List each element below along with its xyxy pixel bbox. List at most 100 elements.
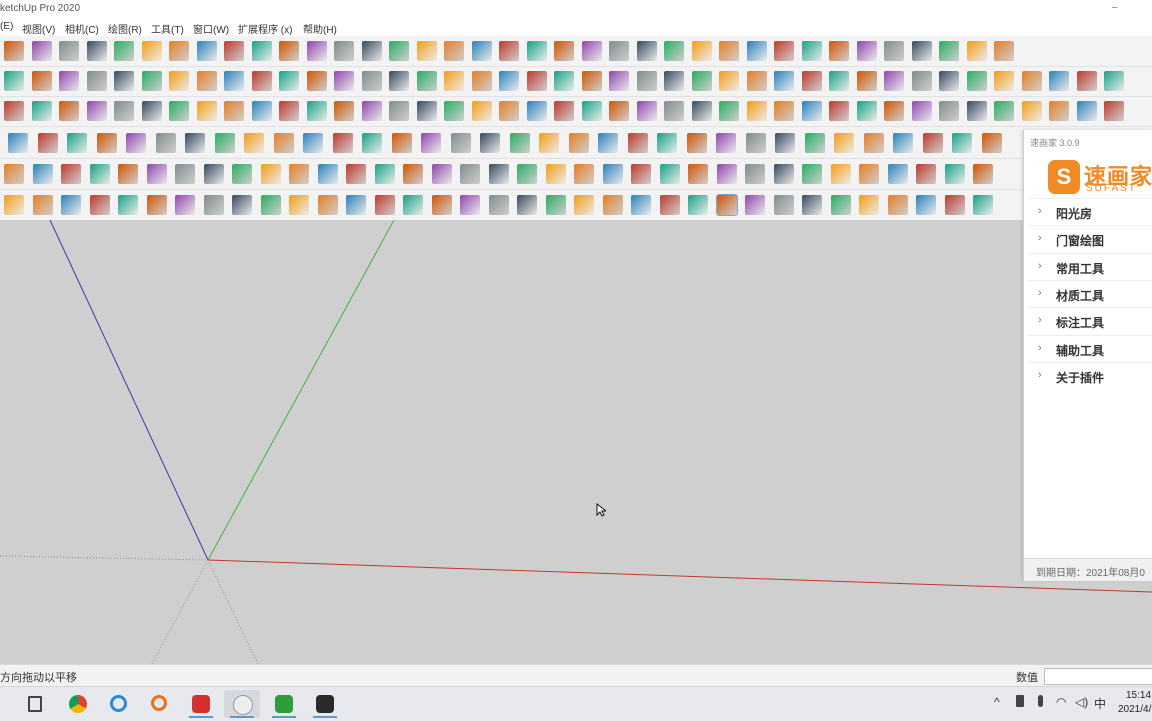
- toolbar-tool-icon[interactable]: [746, 133, 766, 153]
- toolbar-tool-icon[interactable]: [1049, 71, 1069, 91]
- toolbar-tool-icon[interactable]: [333, 133, 353, 153]
- toolbar-tool-icon[interactable]: [884, 41, 904, 61]
- toolbar-tool-icon[interactable]: [967, 101, 987, 121]
- toolbar-tool-icon[interactable]: [334, 71, 354, 91]
- toolbar-tool-icon[interactable]: [802, 164, 822, 184]
- menu-camera[interactable]: 相机(C): [65, 21, 99, 36]
- toolbar-tool-icon[interactable]: [169, 101, 189, 121]
- toolbar-tool-icon[interactable]: [114, 41, 134, 61]
- toolbar-tool-icon[interactable]: [489, 164, 509, 184]
- toolbar-tool-icon[interactable]: [215, 133, 235, 153]
- toolbar-tool-icon[interactable]: [97, 133, 117, 153]
- toolbar-tool-icon[interactable]: [831, 195, 851, 215]
- toolbar-tool-icon[interactable]: [1104, 101, 1124, 121]
- toolbar-tool-icon[interactable]: [857, 41, 877, 61]
- toolbar-tool-icon[interactable]: [745, 195, 765, 215]
- toolbar-tool-icon[interactable]: [61, 164, 81, 184]
- toolbar-tool-icon[interactable]: [303, 133, 323, 153]
- toolbar-tool-icon[interactable]: [318, 164, 338, 184]
- toolbar-tool-icon[interactable]: [1049, 101, 1069, 121]
- toolbar-tool-icon[interactable]: [774, 41, 794, 61]
- toolbar-tool-icon[interactable]: [574, 195, 594, 215]
- toolbar-tool-icon[interactable]: [802, 195, 822, 215]
- plugin-item-sunroom[interactable]: › 阳光房: [1028, 198, 1152, 225]
- toolbar-tool-icon[interactable]: [747, 101, 767, 121]
- toolbar-tool-icon[interactable]: [444, 71, 464, 91]
- toolbar-tool-icon[interactable]: [631, 164, 651, 184]
- toolbar-tool-icon[interactable]: [114, 71, 134, 91]
- toolbar-tool-icon[interactable]: [692, 101, 712, 121]
- toolbar-tool-icon[interactable]: [747, 71, 767, 91]
- toolbar-tool-icon[interactable]: [664, 101, 684, 121]
- toolbar-tool-icon[interactable]: [4, 164, 24, 184]
- toolbar-tool-icon[interactable]: [884, 71, 904, 91]
- toolbar-tool-icon[interactable]: [637, 101, 657, 121]
- toolbar-tool-icon[interactable]: [939, 101, 959, 121]
- toolbar-tool-icon[interactable]: [939, 41, 959, 61]
- toolbar-tool-icon[interactable]: [318, 195, 338, 215]
- toolbar-tool-icon[interactable]: [261, 195, 281, 215]
- toolbar-tool-icon[interactable]: [252, 101, 272, 121]
- menu-view[interactable]: 视图(V): [22, 21, 55, 36]
- toolbar-tool-icon[interactable]: [499, 101, 519, 121]
- toolbar-tool-icon[interactable]: [32, 101, 52, 121]
- toolbar-tool-icon[interactable]: [346, 164, 366, 184]
- toolbar-tool-icon[interactable]: [510, 133, 530, 153]
- network-icon[interactable]: ◠: [1056, 695, 1066, 709]
- toolbar-tool-icon[interactable]: [952, 133, 972, 153]
- toolbar-tool-icon[interactable]: [114, 101, 134, 121]
- toolbar-tool-icon[interactable]: [142, 71, 162, 91]
- capture-button[interactable]: [307, 690, 343, 718]
- toolbar-tool-icon[interactable]: [204, 195, 224, 215]
- toolbar-tool-icon[interactable]: [389, 101, 409, 121]
- toolbar-tool-icon[interactable]: [774, 71, 794, 91]
- toolbar-tool-icon[interactable]: [289, 195, 309, 215]
- toolbar-tool-icon[interactable]: [432, 164, 452, 184]
- toolbar-tool-icon[interactable]: [967, 41, 987, 61]
- toolbar-tool-icon[interactable]: [362, 133, 382, 153]
- toolbar-tool-icon[interactable]: [185, 133, 205, 153]
- toolbar-tool-icon[interactable]: [692, 71, 712, 91]
- magnifier-app-button[interactable]: [142, 690, 178, 718]
- toolbar-tool-icon[interactable]: [252, 71, 272, 91]
- toolbar-tool-icon[interactable]: [527, 41, 547, 61]
- toolbar-tool-icon[interactable]: [745, 164, 765, 184]
- toolbar-tool-icon[interactable]: [156, 133, 176, 153]
- toolbar-tool-icon[interactable]: [307, 101, 327, 121]
- battery-icon[interactable]: [1016, 695, 1024, 707]
- plugin-item-annotation-tools[interactable]: › 标注工具: [1028, 307, 1152, 334]
- toolbar-tool-icon[interactable]: [637, 41, 657, 61]
- drawing-canvas[interactable]: [0, 220, 1152, 664]
- plugin-item-common-tools[interactable]: › 常用工具: [1028, 253, 1152, 280]
- toolbar-tool-icon[interactable]: [888, 195, 908, 215]
- toolbar-tool-icon[interactable]: [118, 195, 138, 215]
- toolbar-tool-icon[interactable]: [4, 41, 24, 61]
- toolbar-tool-icon[interactable]: [432, 195, 452, 215]
- toolbar-tool-icon[interactable]: [829, 41, 849, 61]
- toolbar-tool-icon[interactable]: [687, 133, 707, 153]
- ime-indicator[interactable]: 中: [1094, 695, 1106, 712]
- toolbar-tool-icon[interactable]: [204, 164, 224, 184]
- toolbar-tool-icon[interactable]: [489, 195, 509, 215]
- toolbar-tool-icon[interactable]: [472, 101, 492, 121]
- toolbar-tool-icon[interactable]: [994, 71, 1014, 91]
- toolbar-tool-icon[interactable]: [664, 71, 684, 91]
- toolbar-tool-icon[interactable]: [945, 164, 965, 184]
- paint-bucket-icon[interactable]: [716, 194, 738, 216]
- microphone-icon[interactable]: [1038, 695, 1043, 707]
- toolbar-tool-icon[interactable]: [527, 71, 547, 91]
- minimize-button[interactable]: –: [1112, 2, 1118, 13]
- toolbar-tool-icon[interactable]: [598, 133, 618, 153]
- toolbar-tool-icon[interactable]: [688, 195, 708, 215]
- toolbar-tool-icon[interactable]: [392, 133, 412, 153]
- toolbar-tool-icon[interactable]: [232, 195, 252, 215]
- toolbar-tool-icon[interactable]: [175, 164, 195, 184]
- volume-icon[interactable]: ◁): [1075, 695, 1088, 709]
- toolbar-tool-icon[interactable]: [460, 164, 480, 184]
- toolbar-tool-icon[interactable]: [38, 133, 58, 153]
- plugin-item-door-window[interactable]: › 门窗绘图: [1028, 225, 1152, 252]
- toolbar-tool-icon[interactable]: [33, 164, 53, 184]
- toolbar-tool-icon[interactable]: [1022, 101, 1042, 121]
- toolbar-tool-icon[interactable]: [774, 101, 794, 121]
- toolbar-tool-icon[interactable]: [444, 101, 464, 121]
